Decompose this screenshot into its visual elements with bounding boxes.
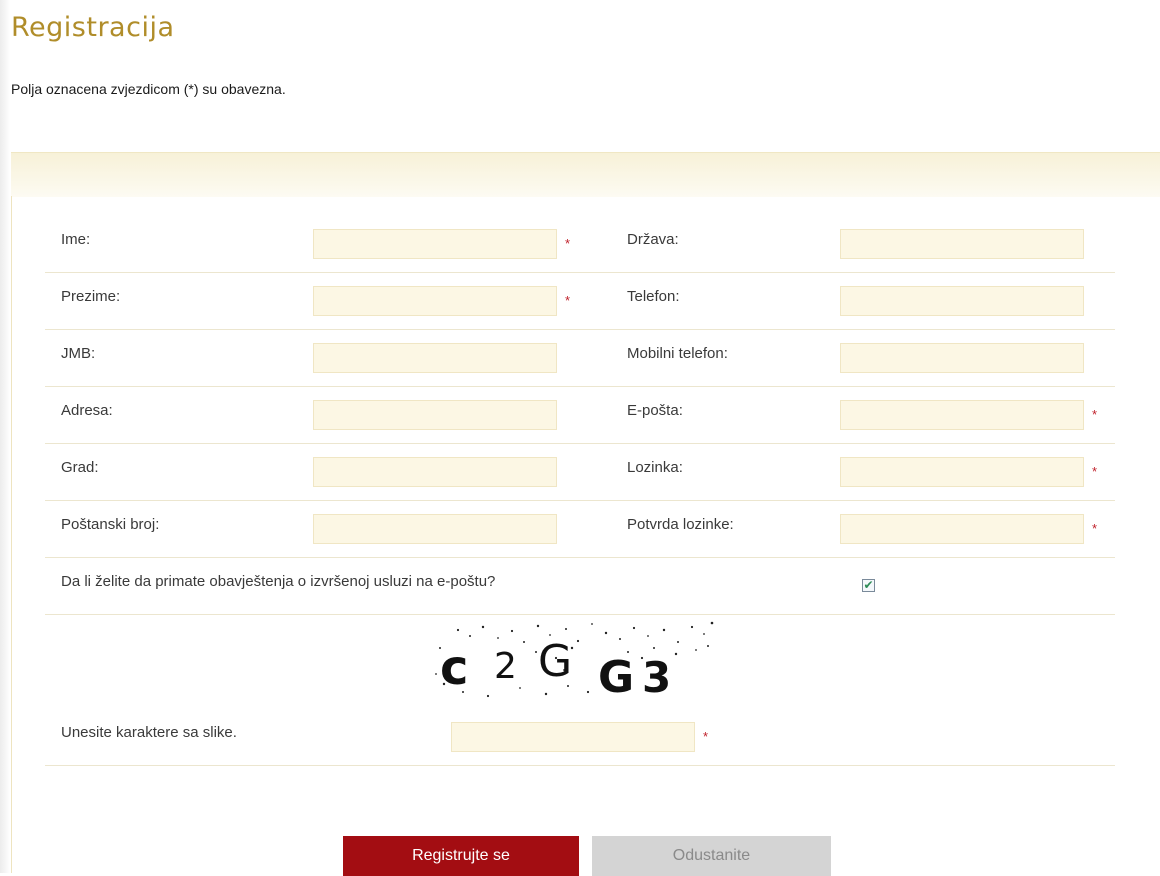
page-left-shadow	[0, 0, 10, 873]
cancel-button[interactable]: Odustanite	[592, 836, 831, 876]
password-input[interactable]	[840, 457, 1084, 487]
address-label: Adresa:	[61, 402, 113, 419]
first-name-label: Ime:	[61, 231, 91, 248]
captcha-char: 2	[494, 646, 517, 687]
captcha-input[interactable]	[451, 722, 695, 752]
email-label: E-pošta:	[627, 402, 683, 419]
jmb-input[interactable]	[313, 343, 557, 373]
register-button[interactable]: Registrujte se	[343, 836, 579, 876]
confirm-password-label: Potvrda lozinke:	[627, 516, 734, 533]
required-marker: *	[565, 236, 571, 251]
page-title: Registracija	[11, 12, 175, 43]
required-note: Polja oznacena zvjezdicom (*) su obavezn…	[11, 81, 286, 97]
last-name-input[interactable]	[313, 286, 557, 316]
city-input[interactable]	[313, 457, 557, 487]
last-name-label: Prezime:	[61, 288, 121, 305]
captcha-noise	[435, 621, 714, 698]
captcha-char: 3	[642, 653, 671, 702]
country-label: Država:	[627, 231, 679, 248]
confirm-password-input[interactable]	[840, 514, 1084, 544]
email-input[interactable]	[840, 400, 1084, 430]
checkmark-icon: ✔	[863, 578, 874, 592]
postal-code-input[interactable]	[313, 514, 557, 544]
form-header-band	[11, 152, 1160, 197]
first-name-input[interactable]	[313, 229, 557, 259]
required-marker: *	[565, 293, 571, 308]
country-input[interactable]	[840, 229, 1084, 259]
required-marker: *	[1092, 521, 1098, 536]
captcha-char: c	[440, 640, 468, 696]
jmb-label: JMB:	[61, 345, 96, 362]
required-marker: *	[703, 729, 709, 744]
captcha-char: G	[598, 652, 634, 702]
email-notification-checkbox[interactable]: ✔	[862, 579, 875, 592]
city-label: Grad:	[61, 459, 99, 476]
mobile-phone-input[interactable]	[840, 343, 1084, 373]
phone-input[interactable]	[840, 286, 1084, 316]
captcha-char: G	[538, 636, 572, 687]
required-marker: *	[1092, 464, 1098, 479]
phone-label: Telefon:	[627, 288, 680, 305]
mobile-phone-label: Mobilni telefon:	[627, 345, 728, 362]
address-input[interactable]	[313, 400, 557, 430]
required-marker: *	[1092, 407, 1098, 422]
captcha-label: Unesite karaktere sa slike.	[61, 724, 237, 741]
postal-code-label: Poštanski broj:	[61, 516, 160, 533]
email-notification-label: Da li želite da primate obavještenja o i…	[61, 573, 496, 590]
password-label: Lozinka:	[627, 459, 683, 476]
captcha-image: c 2 G G 3	[435, 621, 714, 702]
